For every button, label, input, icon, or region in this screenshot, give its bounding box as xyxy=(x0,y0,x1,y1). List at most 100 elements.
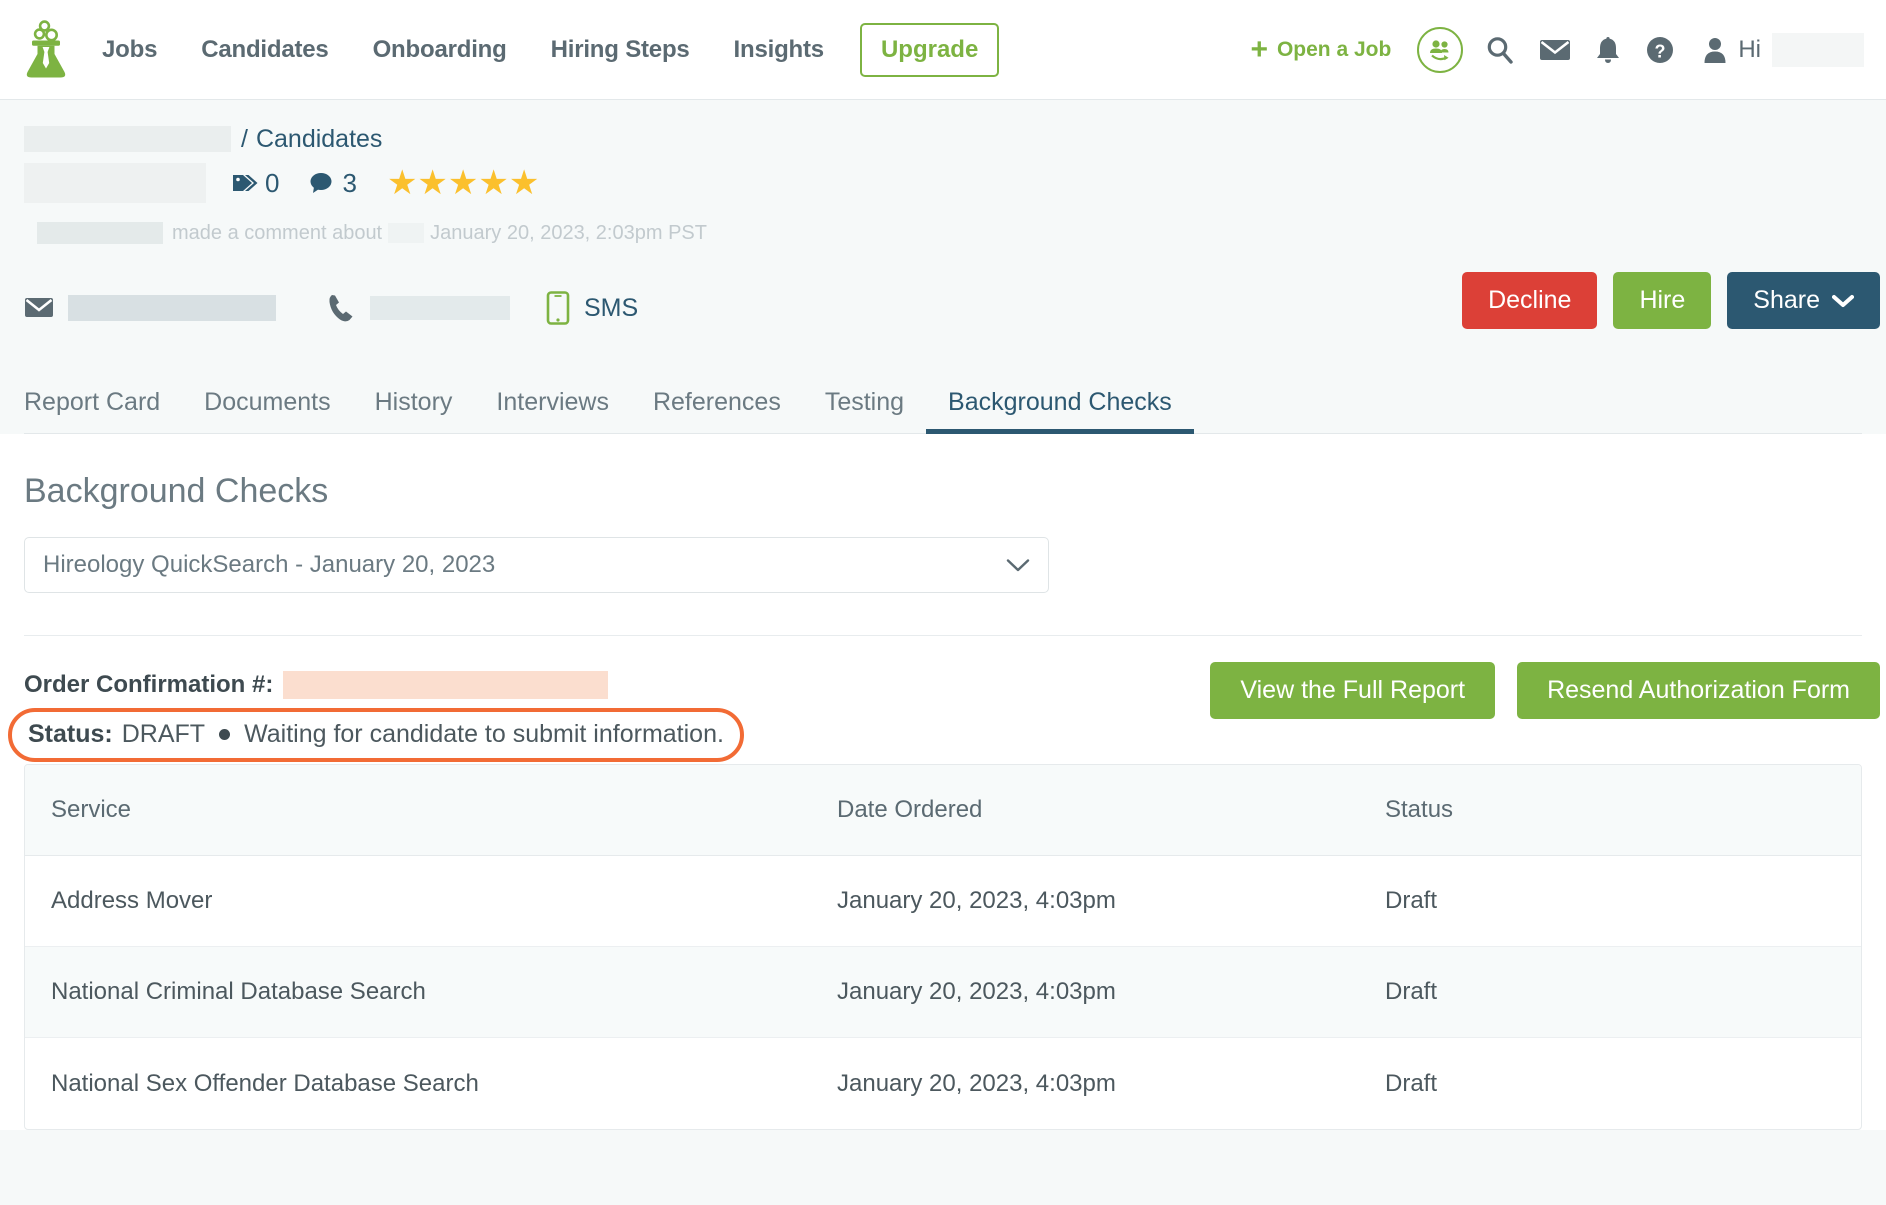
tab-interviews[interactable]: Interviews xyxy=(474,388,631,433)
candidate-header: / Candidates 0 xyxy=(0,100,1886,434)
background-checks-panel: Background Checks Hireology QuickSearch … xyxy=(0,434,1886,1130)
cell-date-ordered: January 20, 2023, 4:03pm xyxy=(837,887,1385,915)
chevron-down-icon xyxy=(1832,294,1854,308)
comment-count-value: 3 xyxy=(342,168,356,199)
mobile-phone-icon xyxy=(546,291,570,325)
plus-icon: + xyxy=(1250,35,1268,65)
order-confirmation-value-redacted xyxy=(283,671,608,699)
nav-link-onboarding[interactable]: Onboarding xyxy=(351,36,529,64)
nav-link-insights[interactable]: Insights xyxy=(712,36,846,64)
activity-text: made a comment about xyxy=(172,222,382,245)
status-label: Status: xyxy=(28,720,113,749)
breadcrumb-company-redacted xyxy=(24,126,231,152)
sms-label: SMS xyxy=(584,294,638,323)
order-confirmation-label: Order Confirmation #: xyxy=(24,671,273,699)
candidate-email-redacted xyxy=(68,295,276,321)
tab-testing[interactable]: Testing xyxy=(803,388,926,433)
view-full-report-button[interactable]: View the Full Report xyxy=(1210,662,1495,719)
primary-nav-links: Jobs Candidates Onboarding Hiring Steps … xyxy=(102,23,999,77)
candidate-phone[interactable] xyxy=(328,293,510,323)
tab-report-card[interactable]: Report Card xyxy=(24,388,182,433)
cell-date-ordered: January 20, 2023, 4:03pm xyxy=(837,1070,1385,1098)
activity-timestamp: January 20, 2023, 2:03pm PST xyxy=(430,222,707,245)
star-icon: ★ xyxy=(509,166,538,200)
nav-link-jobs[interactable]: Jobs xyxy=(102,36,179,64)
cell-status: Draft xyxy=(1385,887,1861,915)
phone-icon xyxy=(328,293,356,323)
star-icon: ★ xyxy=(417,166,446,200)
table-row[interactable]: National Sex Offender Database Search Ja… xyxy=(25,1038,1861,1129)
question-circle-icon[interactable]: ? xyxy=(1645,35,1675,65)
search-icon[interactable] xyxy=(1485,35,1515,65)
decline-button[interactable]: Decline xyxy=(1462,272,1597,329)
upgrade-button[interactable]: Upgrade xyxy=(860,23,999,77)
star-icon: ★ xyxy=(448,166,477,200)
svg-text:?: ? xyxy=(1655,41,1666,61)
comment-count[interactable]: 3 xyxy=(309,168,356,199)
services-table: Service Date Ordered Status Address Move… xyxy=(24,764,1862,1130)
breadcrumb: / Candidates xyxy=(24,122,1862,156)
tab-documents[interactable]: Documents xyxy=(182,388,352,433)
candidate-name-redacted xyxy=(24,163,206,203)
app-page: Jobs Candidates Onboarding Hiring Steps … xyxy=(0,0,1886,1205)
nav-link-hiring-steps[interactable]: Hiring Steps xyxy=(529,36,712,64)
chevron-down-icon xyxy=(1006,558,1030,573)
user-menu[interactable]: Hi xyxy=(1703,33,1864,67)
column-header-status: Status xyxy=(1385,796,1861,824)
share-button-label: Share xyxy=(1753,286,1820,315)
column-header-service: Service xyxy=(25,796,837,824)
cell-status: Draft xyxy=(1385,1070,1861,1098)
cell-status: Draft xyxy=(1385,978,1861,1006)
resend-authorization-form-button[interactable]: Resend Authorization Form xyxy=(1517,662,1880,719)
open-a-job-button[interactable]: + Open a Job xyxy=(1250,35,1391,65)
status-badge: Status: DRAFT Waiting for candidate to s… xyxy=(8,708,744,762)
rating-stars[interactable]: ★ ★ ★ ★ ★ xyxy=(387,166,538,200)
status-message: Waiting for candidate to submit informat… xyxy=(244,720,724,749)
sms-action[interactable]: SMS xyxy=(546,291,638,325)
hireology-beaker-logo[interactable] xyxy=(24,19,68,81)
star-icon: ★ xyxy=(478,166,507,200)
tag-count[interactable]: 0 xyxy=(232,168,279,199)
tab-background-checks[interactable]: Background Checks xyxy=(926,388,1194,433)
column-header-date-ordered: Date Ordered xyxy=(837,796,1385,824)
open-a-job-label: Open a Job xyxy=(1277,38,1391,62)
order-summary-block: Order Confirmation #: Status: DRAFT Wait… xyxy=(24,636,1862,752)
candidate-phone-redacted xyxy=(370,296,510,320)
report-select[interactable]: Hireology QuickSearch - January 20, 2023 xyxy=(24,537,1049,593)
envelope-icon[interactable] xyxy=(1539,37,1571,63)
tag-count-value: 0 xyxy=(265,168,279,199)
cell-service: National Criminal Database Search xyxy=(25,978,837,1006)
nav-link-candidates[interactable]: Candidates xyxy=(179,36,350,64)
activity-line: made a comment about January 20, 2023, 2… xyxy=(24,214,1862,252)
tab-references[interactable]: References xyxy=(631,388,803,433)
status-value: DRAFT xyxy=(122,720,205,749)
cell-date-ordered: January 20, 2023, 4:03pm xyxy=(837,978,1385,1006)
envelope-icon xyxy=(24,296,54,320)
breadcrumb-separator: / xyxy=(241,125,248,154)
star-icon: ★ xyxy=(387,166,416,200)
bell-icon[interactable] xyxy=(1595,35,1621,65)
candidate-email[interactable] xyxy=(24,295,276,321)
contact-row: SMS Decline Hire Share xyxy=(24,272,1862,344)
tab-history[interactable]: History xyxy=(353,388,475,433)
top-navigation-bar: Jobs Candidates Onboarding Hiring Steps … xyxy=(0,0,1886,100)
avatar-person-icon xyxy=(1703,36,1727,64)
candidate-tabs: Report Card Documents History Interviews… xyxy=(24,370,1862,434)
table-row[interactable]: National Criminal Database Search Januar… xyxy=(25,947,1861,1038)
breadcrumb-candidates-link[interactable]: Candidates xyxy=(256,125,382,154)
comment-bubble-icon xyxy=(309,171,335,195)
commenter-name-redacted xyxy=(37,222,163,244)
share-button[interactable]: Share xyxy=(1727,272,1880,329)
table-row[interactable]: Address Mover January 20, 2023, 4:03pm D… xyxy=(25,856,1861,947)
page-title: Background Checks xyxy=(24,434,1862,537)
hire-button[interactable]: Hire xyxy=(1613,272,1711,329)
candidate-meta-group: 0 3 ★ ★ ★ ★ ★ xyxy=(232,166,538,200)
refer-people-icon[interactable] xyxy=(1417,27,1463,73)
status-separator-dot xyxy=(219,729,230,740)
cell-service: Address Mover xyxy=(25,887,837,915)
tag-icon xyxy=(232,171,258,195)
nav-right-group: + Open a Job xyxy=(1250,27,1864,73)
activity-job-redacted xyxy=(388,223,424,243)
report-select-value: Hireology QuickSearch - January 20, 2023 xyxy=(43,551,495,579)
report-action-buttons: View the Full Report Resend Authorizatio… xyxy=(1210,662,1880,719)
